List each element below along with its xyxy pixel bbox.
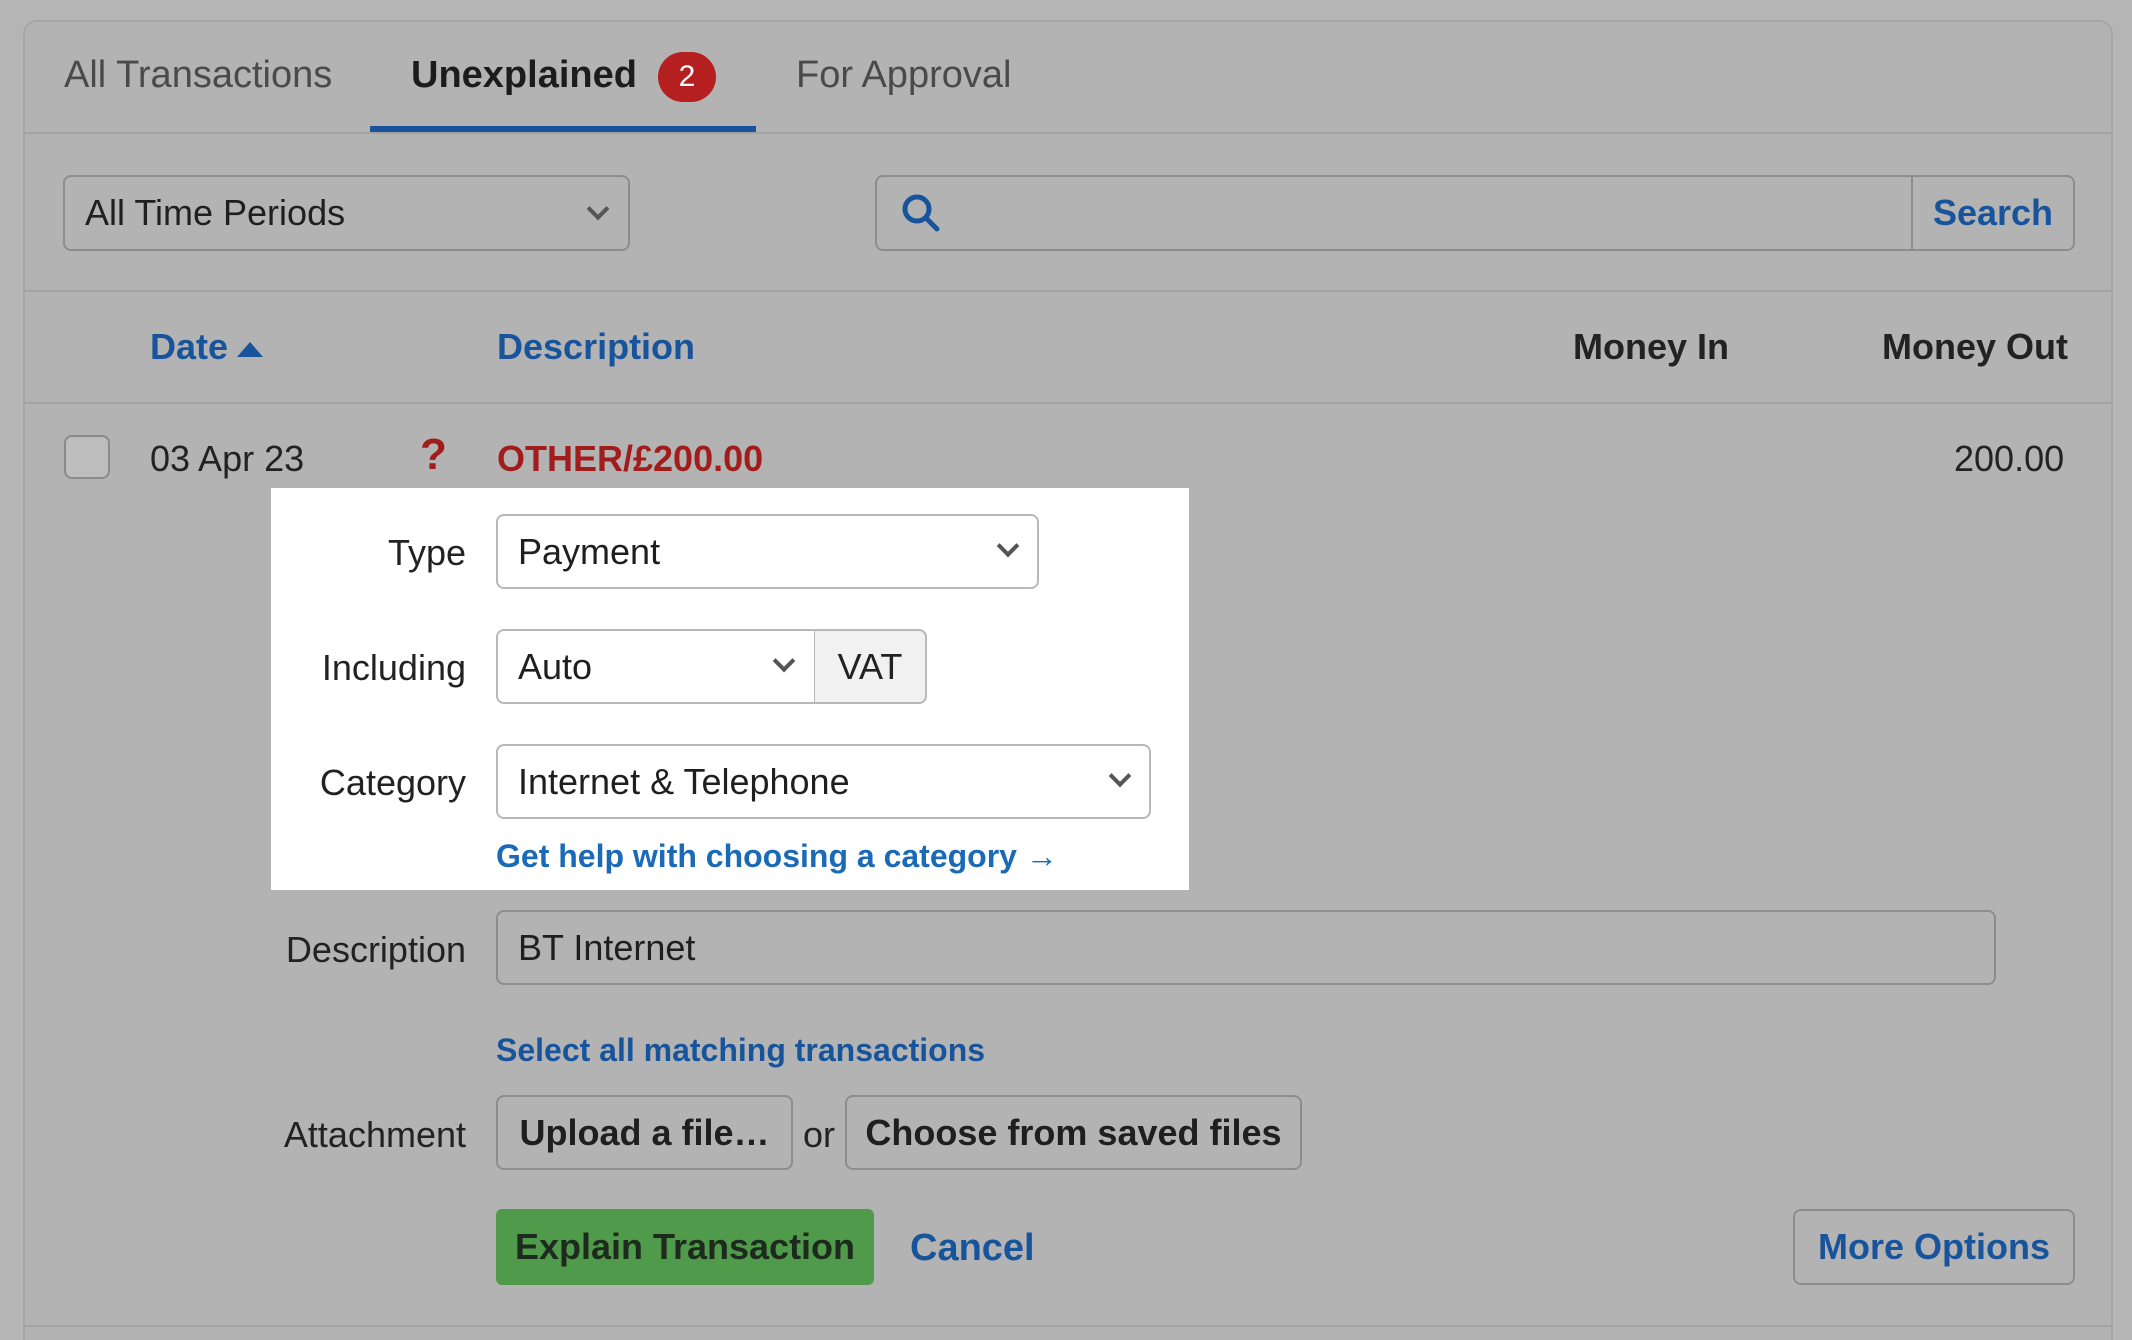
search-icon <box>902 194 940 232</box>
row-bottom-divider <box>25 1325 2113 1327</box>
column-header-date[interactable]: Date <box>150 326 228 368</box>
search-button[interactable]: Search <box>1911 177 2073 249</box>
row-select-checkbox[interactable] <box>64 435 110 479</box>
time-period-value: All Time Periods <box>85 192 346 233</box>
unexplained-count-badge: 2 <box>658 52 716 102</box>
row-date: 03 Apr 23 <box>150 438 305 479</box>
sort-ascending-icon[interactable] <box>237 342 263 357</box>
chevron-down-icon <box>586 197 610 221</box>
header-divider <box>25 402 2113 404</box>
tab-for-approval[interactable]: For Approval <box>796 54 1011 97</box>
select-matching-link[interactable]: Select all matching transactions <box>496 1032 985 1069</box>
or-text: or <box>803 1114 836 1155</box>
tab-unexplained[interactable]: Unexplained <box>411 54 637 97</box>
chevron-down-icon <box>772 649 796 673</box>
search-bar: Search <box>875 175 2075 251</box>
type-label: Type <box>387 532 466 573</box>
time-period-select[interactable]: All Time Periods <box>63 175 630 251</box>
tabs-divider <box>25 132 2113 134</box>
search-input[interactable] <box>957 185 1957 241</box>
tab-all-transactions[interactable]: All Transactions <box>64 54 332 97</box>
including-label: Including <box>321 647 466 688</box>
including-value: Auto <box>518 645 593 687</box>
column-header-money-out: Money Out <box>1882 326 2068 367</box>
choose-saved-files-button[interactable]: Choose from saved files <box>845 1095 1302 1170</box>
chevron-down-icon <box>996 534 1020 558</box>
row-money-out: 200.00 <box>1954 438 2065 479</box>
description-label: Description <box>285 929 466 970</box>
cancel-button[interactable]: Cancel <box>910 1227 1035 1270</box>
description-input[interactable]: BT Internet <box>496 910 1996 985</box>
column-header-description[interactable]: Description <box>497 326 695 368</box>
including-select[interactable]: Auto <box>496 629 816 704</box>
type-value: Payment <box>518 530 661 572</box>
category-select[interactable]: Internet & Telephone <box>496 744 1151 819</box>
category-help-link[interactable]: Get help with choosing a category → <box>496 838 1058 875</box>
category-value: Internet & Telephone <box>518 760 850 802</box>
row-description[interactable]: OTHER/£200.00 <box>497 438 763 480</box>
unexplained-question-icon: ? <box>420 430 447 479</box>
category-label: Category <box>319 762 466 803</box>
filters-divider <box>25 290 2113 292</box>
upload-file-button[interactable]: Upload a file… <box>496 1095 793 1170</box>
description-value: BT Internet <box>518 926 696 968</box>
attachment-label: Attachment <box>283 1114 466 1155</box>
vat-addon: VAT <box>815 629 927 704</box>
type-select[interactable]: Payment <box>496 514 1039 589</box>
explain-transaction-button[interactable]: Explain Transaction <box>496 1209 874 1285</box>
chevron-down-icon <box>1108 764 1132 788</box>
column-header-money-in: Money In <box>1573 326 1730 367</box>
more-options-button[interactable]: More Options <box>1793 1209 2075 1285</box>
